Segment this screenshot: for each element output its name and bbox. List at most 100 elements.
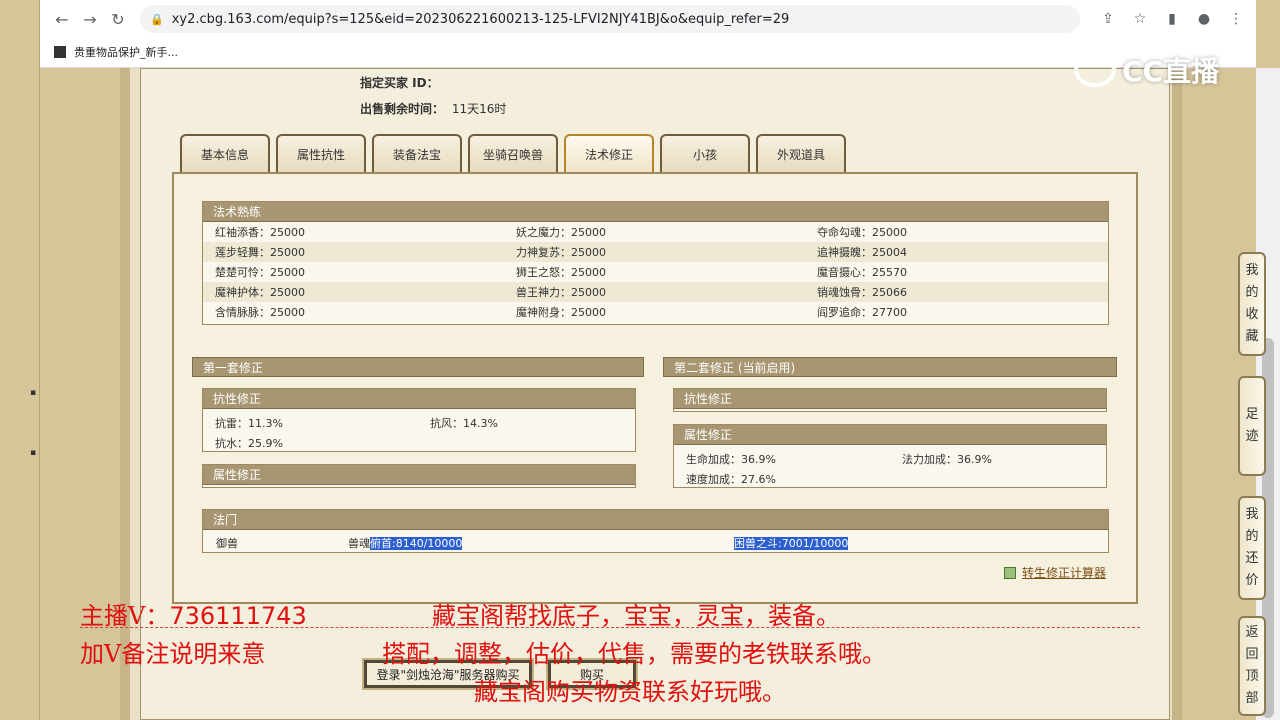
tab-attributes-resist[interactable]: 属性抗性: [276, 134, 366, 172]
back-arrow-icon[interactable]: ←: [48, 5, 76, 33]
rebirth-calculator-link[interactable]: 转生修正计算器: [1004, 564, 1106, 581]
url-text: xy2.cbg.163.com/equip?s=125&eid=20230622…: [171, 11, 790, 27]
table-cell: 含情脉脉：25000: [215, 306, 305, 319]
remaining-time-value: 11天16时: [451, 102, 507, 116]
cc-live-logo: CC直播: [1074, 50, 1219, 90]
bookmark-star-icon[interactable]: ☆: [1128, 7, 1152, 31]
set1-title: 第一套修正: [192, 357, 644, 377]
edge-mark: ▪: [30, 448, 37, 458]
spell-mastery-table: 红袖添香：25000 妖之魔力：25000 夺命勾魂：25000 莲步轻舞：25…: [203, 222, 1108, 322]
table-row: 楚楚可怜：25000 狮王之怒：25000 魔音摄心：25570: [203, 262, 1108, 282]
menu-kebab-icon[interactable]: ⋮: [1224, 7, 1248, 31]
side-char: 藏: [1245, 329, 1259, 344]
overlay-services-line: 藏宝阁帮找底子，宝宝，灵宝，装备。: [432, 602, 840, 630]
side-char: 足: [1245, 407, 1259, 422]
back-to-top-button[interactable]: 返 回 顶 部: [1238, 616, 1266, 716]
table-cell: 销魂蚀骨：25066: [817, 286, 907, 299]
side-panel-icon[interactable]: ▮: [1160, 7, 1184, 31]
table-cell: 魔神附身：25000: [516, 306, 606, 319]
edge-mark: ▪: [30, 388, 37, 398]
side-char: 顶: [1245, 669, 1259, 684]
left-page-edge: ▪ ▪: [0, 0, 40, 720]
school-item-prefix: 兽魂: [348, 537, 370, 550]
set1-attr-box: 属性修正: [202, 464, 636, 488]
set1-attr-title: 属性修正: [203, 465, 635, 485]
tab-equipment[interactable]: 装备法宝: [372, 134, 462, 172]
reload-icon[interactable]: ↻: [104, 5, 132, 33]
school-item-highlight: 俯首:8140/10000: [370, 537, 463, 550]
remaining-time-label: 出售剩余时间：: [360, 102, 445, 116]
table-row: 魔神护体：25000 兽王神力：25000 销魂蚀骨：25066: [203, 282, 1108, 302]
profile-icon[interactable]: ●: [1192, 7, 1216, 31]
set1-resist-item: 抗雷：11.3%: [215, 417, 283, 430]
spell-mastery-title: 法术熟练: [203, 202, 1108, 222]
school-name: 御兽: [216, 537, 238, 550]
side-char: 还: [1245, 551, 1259, 566]
set2-attr-title: 属性修正: [674, 425, 1106, 445]
overlay-streamer-contact: 主播V：736111743: [80, 596, 307, 631]
side-char: 价: [1245, 573, 1259, 588]
rebirth-calculator-text: 转生修正计算器: [1022, 566, 1107, 580]
set1-resist-title: 抗性修正: [203, 389, 635, 409]
overlay-services-line2: 搭配，调整，估价，代售，需要的老铁联系哦。: [382, 640, 886, 668]
tab-spell-correction[interactable]: 法术修正: [564, 134, 654, 172]
table-cell: 兽王神力：25000: [516, 286, 606, 299]
school-item: 困兽之斗:7001/10000: [734, 535, 849, 551]
side-char: 的: [1245, 285, 1259, 300]
bookmark-favicon-icon: [54, 46, 66, 58]
table-row: 莲步轻舞：25000 力神复苏：25000 追神摄魄：25004: [203, 242, 1108, 262]
side-char: 返: [1245, 625, 1259, 640]
tab-mounts-pets[interactable]: 坐骑召唤兽: [468, 134, 558, 172]
table-cell: 妖之魔力：25000: [516, 226, 606, 239]
lock-icon: 🔒: [150, 12, 164, 26]
tab-children[interactable]: 小孩: [660, 134, 750, 172]
school-item-highlight: 困兽之斗:7001/10000: [734, 537, 849, 550]
overlay-note-line: 加V备注说明来意: [80, 640, 266, 668]
forward-arrow-icon[interactable]: →: [76, 5, 104, 33]
set2-title: 第二套修正 (当前启用): [663, 357, 1117, 377]
table-row: 含情脉脉：25000 魔神附身：25000 阎罗追命：27700: [203, 302, 1108, 322]
calculator-icon: [1004, 566, 1016, 579]
tab-bar: 基本信息 属性抗性 装备法宝 坐骑召唤兽 法术修正 小孩 外观道具: [180, 134, 852, 172]
side-char: 回: [1245, 647, 1259, 662]
side-char: 收: [1245, 307, 1259, 322]
table-row: 红袖添香：25000 妖之魔力：25000 夺命勾魂：25000: [203, 222, 1108, 242]
logo-text: CC直播: [1122, 55, 1220, 88]
share-icon[interactable]: ⇪: [1096, 7, 1120, 31]
school-title: 法门: [203, 510, 1108, 530]
overlay-streamer-number: 736111743: [169, 602, 307, 630]
table-cell: 魔神护体：25000: [215, 286, 305, 299]
set2-resist-title: 抗性修正: [674, 389, 1106, 409]
spell-mastery-box: 法术熟练 红袖添香：25000 妖之魔力：25000 夺命勾魂：25000 莲步…: [202, 201, 1109, 325]
table-cell: 楚楚可怜：25000: [215, 266, 305, 279]
cc-logo-icon: [1074, 53, 1116, 87]
my-bargains-button[interactable]: 我 的 还 价: [1238, 496, 1266, 600]
set1-resist-item: 抗水：25.9%: [215, 437, 283, 450]
table-cell: 夺命勾魂：25000: [817, 226, 907, 239]
set2-attr-item: 生命加成：36.9%: [686, 453, 776, 466]
tab-basic-info[interactable]: 基本信息: [180, 134, 270, 172]
browser-toolbar: ← → ↻ 🔒 xy2.cbg.163.com/equip?s=125&eid=…: [40, 0, 1256, 38]
table-cell: 追神摄魄：25004: [817, 246, 907, 259]
buyer-id-line: 指定买家 ID：: [360, 74, 439, 91]
set2-resist-box: 抗性修正: [673, 388, 1107, 412]
school-box: 法门: [202, 509, 1109, 553]
side-char: 我: [1245, 263, 1259, 278]
tab-appearance[interactable]: 外观道具: [756, 134, 846, 172]
address-bar[interactable]: 🔒 xy2.cbg.163.com/equip?s=125&eid=202306…: [140, 5, 1080, 33]
set1-resist-item: 抗风：14.3%: [430, 417, 498, 430]
remaining-time-line: 出售剩余时间： 11天16时: [360, 100, 506, 117]
footprints-button[interactable]: 足 迹: [1238, 376, 1266, 476]
table-cell: 力神复苏：25000: [516, 246, 606, 259]
side-char: 我: [1245, 507, 1259, 522]
bookmark-item[interactable]: 贵重物品保护_新手...: [74, 44, 178, 60]
my-favorites-button[interactable]: 我 的 收 藏: [1238, 252, 1266, 356]
set2-attr-item: 法力加成：36.9%: [902, 453, 992, 466]
side-char: 的: [1245, 529, 1259, 544]
buyer-id-label: 指定买家 ID：: [360, 76, 439, 90]
side-char: 部: [1245, 691, 1259, 706]
table-cell: 莲步轻舞：25000: [215, 246, 305, 259]
table-cell: 红袖添香：25000: [215, 226, 305, 239]
school-item: 兽魂俯首:8140/10000: [348, 535, 463, 551]
table-cell: 狮王之怒：25000: [516, 266, 606, 279]
